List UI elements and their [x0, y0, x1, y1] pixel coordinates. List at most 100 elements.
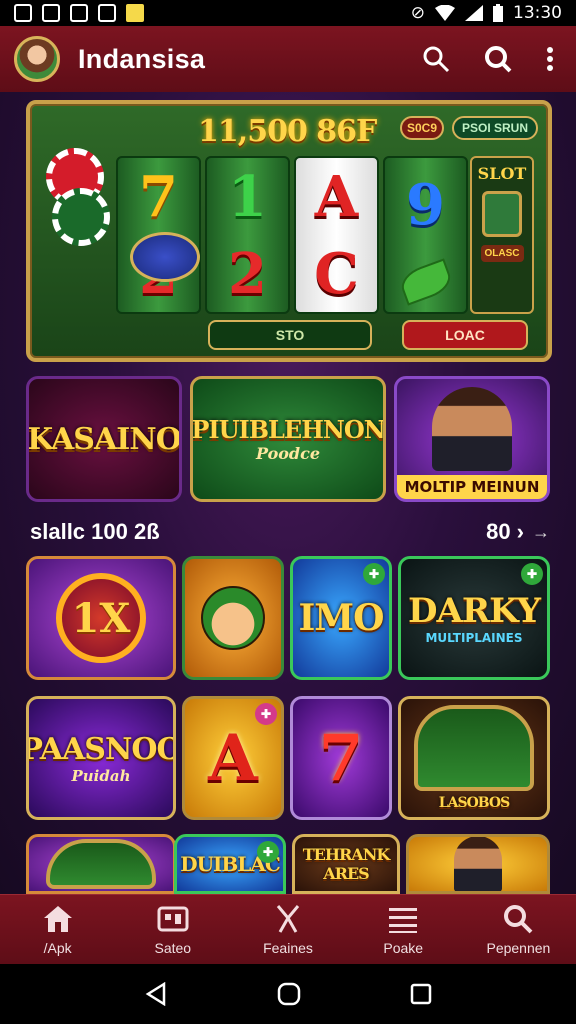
game-label: TEHRANK ARES [302, 845, 390, 883]
home-icon [43, 905, 72, 932]
reel-symbol: 7 [139, 163, 178, 230]
category-title: KASAINO [27, 421, 181, 457]
game-tile[interactable]: LASOBOS [398, 696, 550, 820]
nav-label: Sateo [154, 939, 192, 956]
nav-item-features[interactable]: Feaines [230, 895, 345, 964]
mute-icon: ⊘ [410, 3, 425, 23]
category-card-moltip-meinun[interactable]: MOLTIP MEINUN [394, 376, 550, 502]
battery-icon [493, 4, 503, 22]
nav-item-home[interactable]: /Apk [0, 895, 115, 964]
game-tile[interactable] [406, 834, 550, 894]
system-navigation-bar [0, 964, 576, 1024]
see-all-link[interactable]: 80 › → [486, 519, 550, 545]
hero-pill-left[interactable]: S0C9 [400, 116, 444, 140]
see-all-label: 80 › [486, 519, 524, 544]
signal-icon [465, 5, 483, 21]
nav-item-games[interactable]: Sateo [115, 895, 230, 964]
new-badge-icon: ✚ [257, 841, 279, 863]
reel-symbol: 1 [228, 163, 267, 230]
game-sublabel: MULTIPLAINES [425, 631, 523, 645]
reel-3: A C [294, 156, 379, 314]
game-tile[interactable]: 1X [26, 556, 176, 680]
game-label: 1X [71, 594, 131, 642]
mini-slot-machine-icon [482, 191, 522, 237]
reel-4: 9 [383, 156, 468, 314]
game-tile[interactable]: DUIBLAC ✚ [174, 834, 286, 894]
new-badge-icon: ✚ [521, 563, 543, 585]
hero-slot-banner[interactable]: 11,500 86F S0C9 PSOI SRUN 7 2 1 2 A C 9 … [26, 100, 552, 362]
side-badge: OLASC [480, 245, 524, 262]
nav-label: Poake [383, 939, 424, 956]
app-bar: Indansisa [0, 26, 576, 92]
coin-icon: 1X [56, 573, 146, 663]
wifi-icon [435, 5, 455, 21]
search-icon [504, 904, 533, 933]
mascot-icon [201, 586, 265, 650]
game-label: DARKY [407, 591, 541, 631]
reel-symbol: C [314, 240, 359, 307]
leaf-icon [396, 258, 455, 306]
games-icon [157, 906, 189, 931]
game-label: IMO [298, 597, 384, 639]
game-sublabel: Puidah [71, 766, 131, 785]
hero-pill-right[interactable]: PSOI SRUN [452, 116, 538, 140]
image-icon [42, 4, 60, 22]
search-alt-icon[interactable] [484, 45, 512, 73]
game-tile[interactable]: A ✚ [182, 696, 284, 820]
player-portrait [432, 387, 512, 471]
spin-button[interactable]: STO [208, 320, 372, 350]
category-card-kasaino[interactable]: KASAINO [26, 376, 182, 502]
note-icon [126, 4, 144, 22]
home-circle-icon[interactable] [277, 982, 301, 1006]
game-tile[interactable]: PAASNOO Puidah [26, 696, 176, 820]
nav-label: Pepennen [486, 939, 551, 956]
load-button[interactable]: LOAC [402, 320, 528, 350]
photo-icon [70, 4, 88, 22]
reel-symbol: 2 [228, 240, 267, 307]
nav-item-search[interactable]: Pepennen [461, 895, 576, 964]
category-title: MOLTIP MEINUN [397, 475, 547, 499]
reel-symbol: 9 [406, 172, 445, 238]
side-panel: SLOT OLASC [470, 156, 534, 314]
game-tile[interactable]: 7 [290, 696, 392, 820]
emblem-icon [130, 232, 200, 282]
category-title: PIUIBLEHNON [191, 415, 385, 444]
jackpot-amount: 11,500 86F [198, 114, 377, 149]
arrow-right-icon: → [532, 521, 550, 542]
category-card-piuiblehnon[interactable]: PIUIBLEHNON Poodce [190, 376, 386, 502]
game-tile[interactable]: IMO ✚ [290, 556, 392, 680]
avatar[interactable] [14, 36, 60, 82]
slot-logo: SLOT [477, 164, 527, 183]
slot-machine-icon [46, 839, 156, 889]
section-header: slallc 100 2ß 80 › → [30, 516, 550, 548]
status-time: 13:30 [513, 3, 562, 23]
status-bar: ⊘ 13:30 [0, 0, 576, 26]
search-icon[interactable] [422, 45, 450, 73]
video-icon [98, 4, 116, 22]
game-tile[interactable] [26, 834, 176, 894]
bottom-navigation: /Apk Sateo Feaines Poake Pepennen [0, 894, 576, 964]
slot-machine-icon [414, 705, 534, 791]
recents-icon[interactable] [410, 983, 432, 1005]
game-tile[interactable]: TEHRANK ARES [292, 834, 400, 894]
nav-label: /Apk [43, 939, 72, 956]
category-subtitle: Poodce [255, 444, 321, 463]
game-tile[interactable] [182, 556, 284, 680]
nav-item-poake[interactable]: Poake [346, 895, 461, 964]
game-tile[interactable]: DARKY MULTIPLAINES ✚ [398, 556, 550, 680]
screenshot-icon [14, 4, 32, 22]
tools-icon [276, 904, 300, 933]
game-label: PAASNOO [26, 731, 176, 767]
reel-2: 1 2 [205, 156, 290, 314]
game-label: LASOBOS [438, 795, 510, 811]
back-icon[interactable] [144, 982, 168, 1006]
new-badge-icon: ✚ [363, 563, 385, 585]
list-icon [389, 907, 418, 933]
more-vert-icon[interactable] [546, 46, 554, 72]
casino-chips-graphic [42, 144, 112, 264]
new-badge-icon: ✚ [255, 703, 277, 725]
app-title: Indansisa [78, 43, 206, 74]
nav-label: Feaines [263, 939, 313, 956]
game-label: 7 [318, 720, 364, 796]
game-label: A [208, 720, 258, 796]
